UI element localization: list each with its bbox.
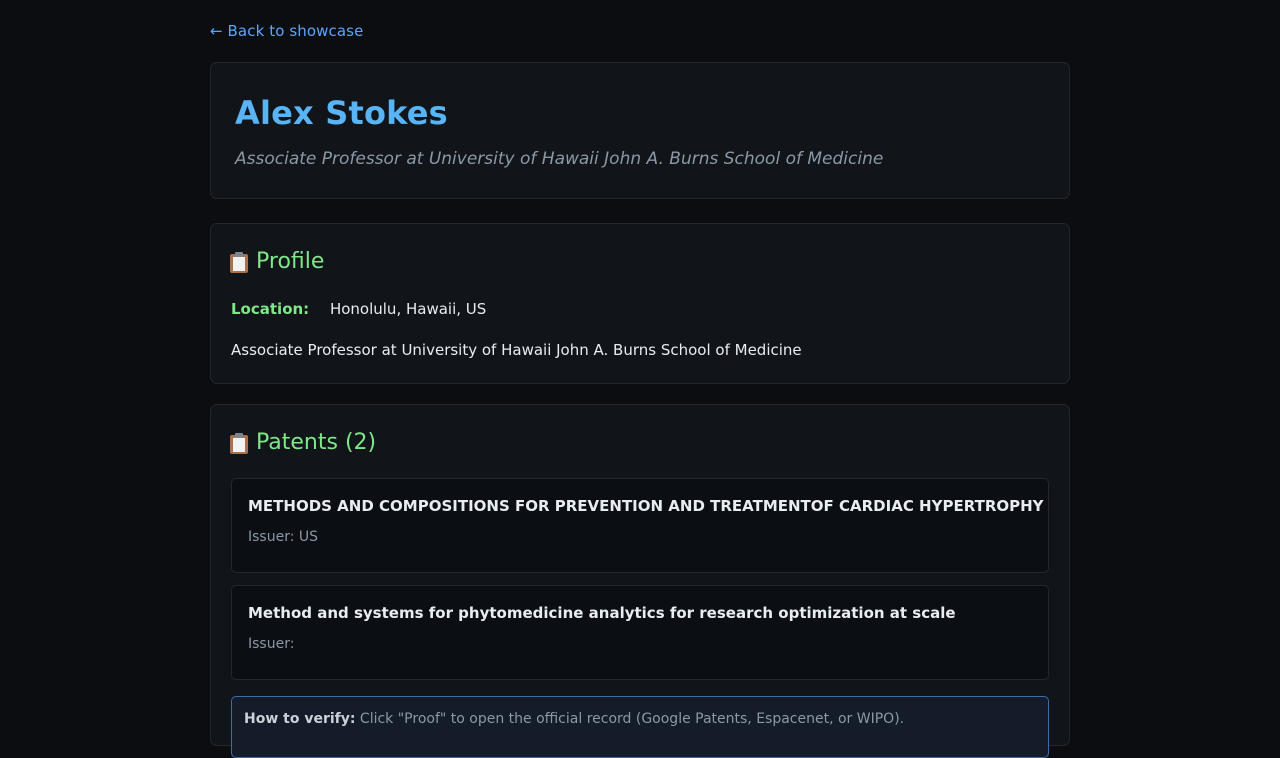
clipboard-icon (230, 251, 248, 273)
verify-label: How to verify: (244, 711, 356, 727)
patent-title: METHODS AND COMPOSITIONS FOR PREVENTION … (248, 497, 1044, 515)
patents-title-text: Patents (2) (256, 430, 377, 455)
profile-section-title: Profile (230, 248, 324, 276)
location-row: Location: Honolulu, Hawaii, US (231, 300, 486, 318)
person-name: Alex Stokes (235, 94, 448, 132)
patent-item: METHODS AND COMPOSITIONS FOR PREVENTION … (231, 478, 1049, 573)
verify-info-box: How to verify: Click "Proof" to open the… (231, 696, 1049, 758)
patent-issuer: Issuer: US (248, 529, 319, 545)
location-label: Location: (231, 300, 310, 318)
patents-section-title: Patents (2) (230, 429, 376, 457)
patent-title: Method and systems for phytomedicine ana… (248, 604, 956, 622)
patent-issuer: Issuer: (248, 636, 295, 652)
location-value: Honolulu, Hawaii, US (329, 300, 487, 318)
profile-header-card: Alex Stokes Associate Professor at Unive… (210, 62, 1070, 199)
person-headline: Associate Professor at University of Haw… (235, 149, 884, 169)
profile-bio: Associate Professor at University of Haw… (231, 341, 802, 359)
patent-item: Method and systems for phytomedicine ana… (231, 585, 1049, 680)
profile-title-text: Profile (256, 249, 325, 274)
patents-section: Patents (2) METHODS AND COMPOSITIONS FOR… (210, 404, 1070, 758)
clipboard-icon (230, 432, 248, 454)
verify-text: How to verify: Click "Proof" to open the… (244, 711, 904, 727)
profile-section: Profile Location: Honolulu, Hawaii, US A… (210, 223, 1070, 384)
back-to-showcase-link[interactable]: ← Back to showcase (210, 22, 363, 40)
verify-instructions: Click "Proof" to open the official recor… (359, 711, 905, 727)
